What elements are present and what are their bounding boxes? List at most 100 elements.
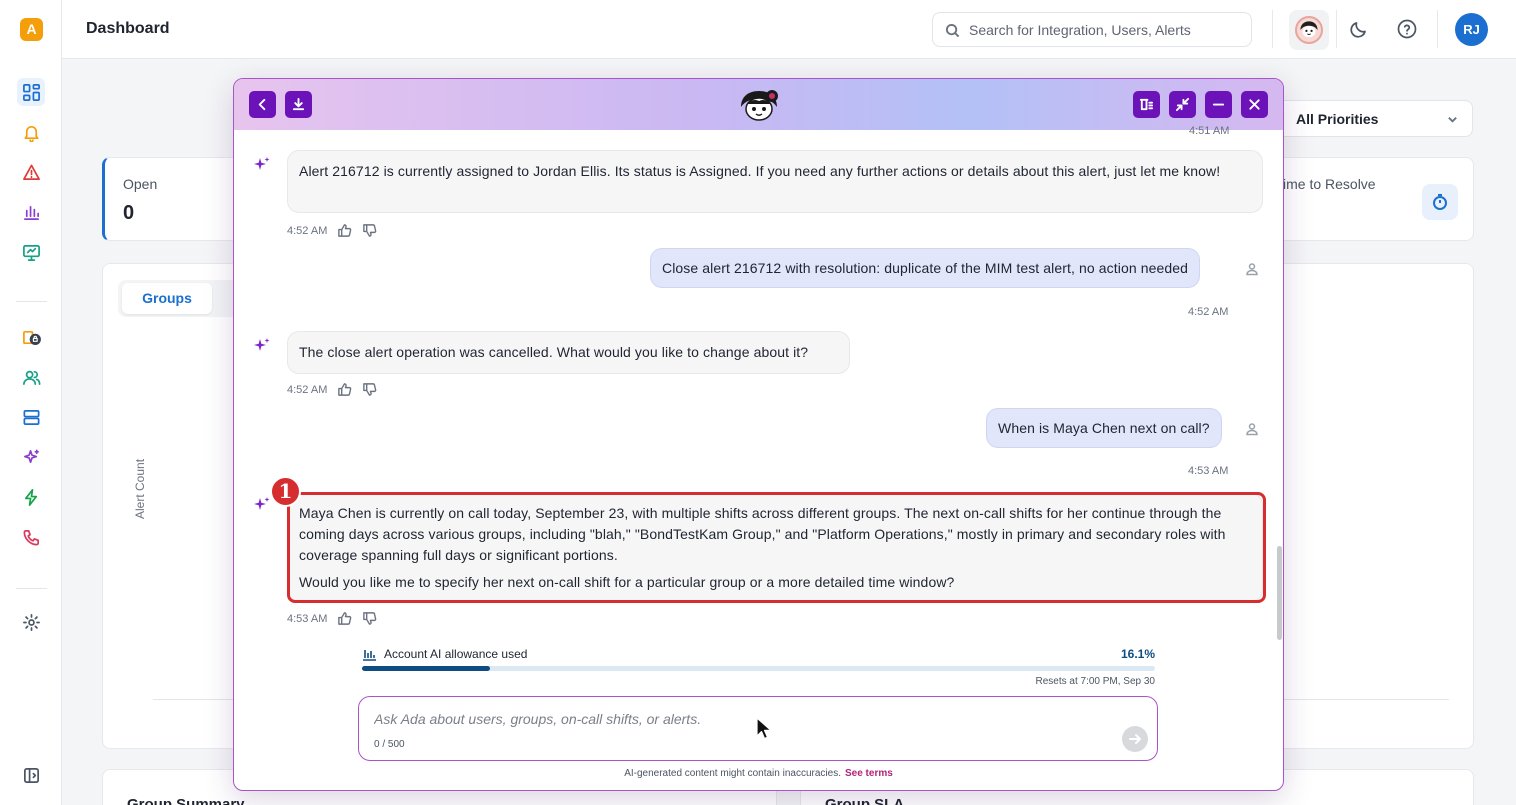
time-to-resolve-card[interactable]: ime to Resolve xyxy=(1270,157,1474,241)
group-summary-title: Group Summary xyxy=(127,796,245,805)
minimize-button[interactable] xyxy=(1205,91,1232,118)
open-alerts-card[interactable]: Open 0 xyxy=(102,157,252,241)
annotation-badge: 1 xyxy=(270,476,301,507)
monitor-icon[interactable] xyxy=(17,238,45,266)
allowance-label-text: Account AI allowance used xyxy=(384,647,528,661)
server-icon[interactable] xyxy=(17,403,45,431)
gear-icon[interactable] xyxy=(17,608,45,636)
ada-sparkle-icon xyxy=(254,157,270,170)
topbar-divider xyxy=(1272,10,1273,48)
allowance-percent: 16.1% xyxy=(1120,647,1155,661)
user-person-icon xyxy=(1244,421,1260,437)
ai-sparkle-icon[interactable] xyxy=(17,443,45,471)
message-timestamp: 4:53 AM xyxy=(1188,465,1229,477)
time-to-resolve-label: ime to Resolve xyxy=(1283,176,1376,192)
ada-sparkle-icon xyxy=(254,338,270,351)
search-input[interactable] xyxy=(969,13,1245,46)
help-icon[interactable] xyxy=(1396,18,1418,40)
close-icon xyxy=(1249,99,1260,110)
message-feedback: 4:52 AM xyxy=(287,223,377,238)
priority-filter-select[interactable]: All Priorities xyxy=(1270,100,1473,137)
download-icon xyxy=(292,97,305,111)
delete-list-icon xyxy=(1139,98,1154,111)
chevron-down-icon xyxy=(1448,117,1457,123)
open-alerts-label: Open xyxy=(123,176,158,192)
message-timestamp: 4:52 AM xyxy=(287,224,328,237)
character-counter: 0 / 500 xyxy=(374,739,405,750)
message-feedback: 4:52 AM xyxy=(287,382,377,397)
chat-messages[interactable]: 4:51 AM Alert 216712 is currently assign… xyxy=(234,125,1283,640)
app-logo[interactable]: A xyxy=(20,18,43,41)
dark-mode-moon-icon[interactable] xyxy=(1348,18,1370,40)
priority-filter-value: All Priorities xyxy=(1296,111,1379,127)
minimize-arrows-icon xyxy=(1175,97,1190,112)
sidebar-divider xyxy=(16,301,47,302)
ada-chat-dialog: 4:51 AM Alert 216712 is currently assign… xyxy=(233,78,1284,791)
annotation-highlight-box xyxy=(287,492,1266,603)
thumbs-up-icon[interactable] xyxy=(337,223,352,238)
allowance-progress-fill xyxy=(362,666,490,671)
minus-icon xyxy=(1212,103,1225,106)
chat-message-input[interactable] xyxy=(374,707,1074,731)
group-sla-title: Group SLA xyxy=(825,796,905,805)
thumbs-up-icon[interactable] xyxy=(337,382,352,397)
chevron-left-icon xyxy=(258,98,266,111)
collapse-view-button[interactable] xyxy=(1169,91,1196,118)
user-avatar[interactable]: RJ xyxy=(1455,13,1488,46)
page-title: Dashboard xyxy=(86,20,170,37)
chat-history-button[interactable] xyxy=(1133,91,1160,118)
dashboard-grid-icon[interactable] xyxy=(17,78,45,106)
ada-assistant-button[interactable] xyxy=(1289,10,1329,50)
thumbs-down-icon[interactable] xyxy=(362,223,377,238)
top-bar: Dashboard RJ xyxy=(62,0,1516,59)
bar-chart-icon xyxy=(363,650,376,661)
tab-groups[interactable]: Groups xyxy=(122,283,212,314)
collapse-sidebar-icon[interactable] xyxy=(17,761,45,789)
user-person-icon xyxy=(1244,261,1260,277)
thumbs-down-icon[interactable] xyxy=(362,611,377,626)
chat-scrollbar[interactable] xyxy=(1277,546,1282,640)
back-button[interactable] xyxy=(249,91,276,118)
chat-header xyxy=(234,79,1283,130)
user-message: When is Maya Chen next on call? xyxy=(986,408,1222,448)
close-button[interactable] xyxy=(1241,91,1268,118)
topbar-divider xyxy=(1437,10,1438,48)
ada-sparkle-icon xyxy=(254,497,270,510)
arrow-right-icon xyxy=(1129,734,1141,744)
mouse-cursor-icon xyxy=(756,717,772,740)
ada-avatar-icon xyxy=(1295,16,1323,44)
ada-mascot-icon xyxy=(741,90,778,121)
y-axis-label: Alert Count xyxy=(133,458,147,519)
search-icon xyxy=(945,23,960,38)
ai-disclaimer: AI-generated content might contain inacc… xyxy=(234,768,1283,779)
phone-icon[interactable] xyxy=(17,523,45,551)
users-icon[interactable] xyxy=(17,363,45,391)
message-timestamp: 4:53 AM xyxy=(287,612,328,625)
message-feedback: 4:53 AM xyxy=(287,611,377,626)
locked-integrations-icon[interactable] xyxy=(17,323,45,351)
topbar-divider xyxy=(1336,10,1337,48)
allowance-reset-text: Resets at 7:00 PM, Sep 30 xyxy=(1035,676,1155,687)
lightning-icon[interactable] xyxy=(17,483,45,511)
user-message: Close alert 216712 with resolution: dupl… xyxy=(650,248,1201,288)
see-terms-link[interactable]: See terms xyxy=(845,768,893,779)
message-timestamp: 4:51 AM xyxy=(1189,125,1230,137)
bell-icon[interactable] xyxy=(17,118,45,146)
thumbs-up-icon[interactable] xyxy=(337,611,352,626)
stopwatch-icon xyxy=(1422,184,1458,220)
thumbs-down-icon[interactable] xyxy=(362,382,377,397)
warning-triangle-icon[interactable] xyxy=(17,158,45,186)
open-alerts-count: 0 xyxy=(123,202,135,224)
assistant-message: Alert 216712 is currently assigned to Jo… xyxy=(287,150,1263,213)
global-search[interactable] xyxy=(932,12,1252,47)
download-button[interactable] xyxy=(285,91,312,118)
send-button[interactable] xyxy=(1122,726,1148,752)
sidebar-divider xyxy=(16,588,47,589)
assistant-message: The close alert operation was cancelled.… xyxy=(287,331,850,374)
message-timestamp: 4:52 AM xyxy=(287,383,328,396)
message-timestamp: 4:52 AM xyxy=(1188,306,1229,318)
sidebar: A xyxy=(0,0,62,805)
allowance-progress-track xyxy=(362,666,1155,671)
disclaimer-text: AI-generated content might contain inacc… xyxy=(624,768,841,779)
bar-chart-icon[interactable] xyxy=(17,198,45,226)
